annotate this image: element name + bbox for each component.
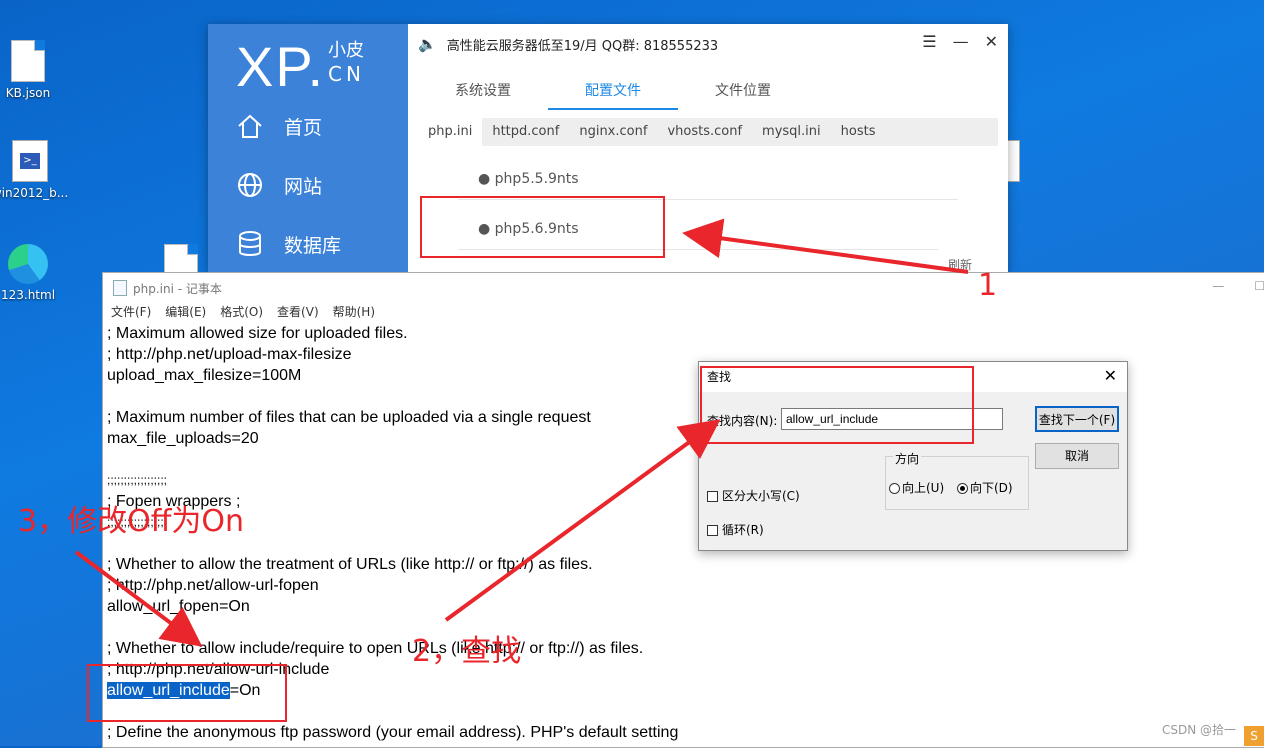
arrow-step1	[682, 218, 969, 274]
watermark: CSDN @拾一	[1161, 723, 1236, 737]
csdn-logo-icon: S	[1244, 726, 1264, 746]
annotation-step3: 3，修改Off为On	[18, 504, 244, 539]
arrow-step2	[444, 419, 721, 622]
annotation-step2: 2，查找	[412, 634, 522, 669]
arrow-step3	[74, 550, 203, 647]
annotation-step1: 1	[978, 268, 998, 303]
annotation-arrows	[74, 218, 969, 647]
